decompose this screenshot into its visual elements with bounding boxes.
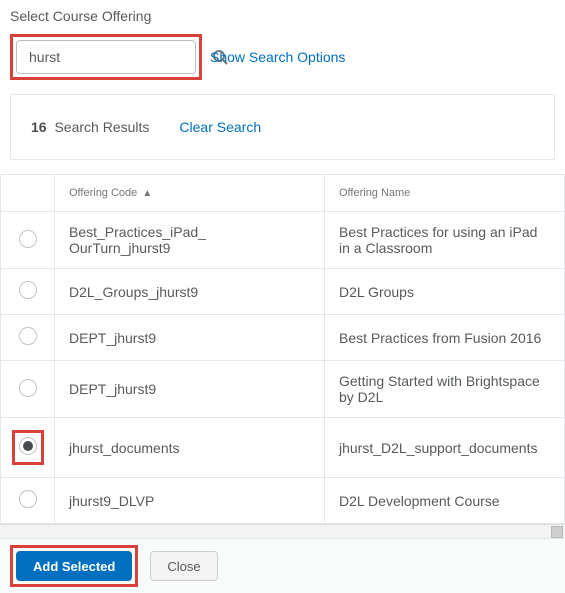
results-bar: 16 Search Results Clear Search <box>10 94 555 160</box>
column-select <box>1 175 55 212</box>
table-row: DEPT_jhurst9Best Practices from Fusion 2… <box>1 315 565 361</box>
row-radio[interactable] <box>19 327 37 345</box>
add-button-highlight: Add Selected <box>10 545 138 587</box>
table-row: DEPT_jhurst9Getting Started with Brights… <box>1 361 565 418</box>
radio-wrap <box>19 490 37 511</box>
row-select-cell <box>1 418 55 478</box>
search-box[interactable] <box>16 40 196 74</box>
close-button[interactable]: Close <box>150 551 217 581</box>
column-code-label: Offering Code <box>69 187 137 199</box>
row-offering-name: D2L Development Course <box>325 478 565 524</box>
radio-highlight <box>12 430 44 465</box>
button-bar: Add Selected Close <box>0 538 565 593</box>
row-radio[interactable] <box>19 230 37 248</box>
row-offering-name: Best Practices for using an iPad in a Cl… <box>325 212 565 269</box>
results-count: 16 <box>31 119 47 135</box>
row-radio[interactable] <box>19 281 37 299</box>
search-input[interactable] <box>27 48 212 66</box>
column-code[interactable]: Offering Code ▲ <box>55 175 325 212</box>
show-search-options-link[interactable]: Show Search Options <box>210 49 345 65</box>
row-select-cell <box>1 315 55 361</box>
row-radio[interactable] <box>19 437 37 455</box>
row-select-cell <box>1 478 55 524</box>
row-select-cell <box>1 269 55 315</box>
clear-search-link[interactable]: Clear Search <box>179 119 261 135</box>
search-highlight <box>10 34 202 80</box>
row-offering-code: DEPT_jhurst9 <box>55 361 325 418</box>
column-name[interactable]: Offering Name <box>325 175 565 212</box>
row-offering-name: Best Practices from Fusion 2016 <box>325 315 565 361</box>
table-row: jhurst9_DLVPD2L Development Course <box>1 478 565 524</box>
table-row: D2L_Groups_jhurst9D2L Groups <box>1 269 565 315</box>
results-count-text: 16 Search Results <box>31 119 149 135</box>
row-select-cell <box>1 361 55 418</box>
row-radio[interactable] <box>19 379 37 397</box>
radio-wrap <box>19 281 37 302</box>
add-selected-button[interactable]: Add Selected <box>16 551 132 581</box>
row-offering-code: jhurst9_DLVP <box>55 478 325 524</box>
radio-wrap <box>19 327 37 348</box>
row-offering-code: jhurst_documents <box>55 418 325 478</box>
row-offering-name: Getting Started with Brightspace by D2L <box>325 361 565 418</box>
row-offering-code: Best_Practices_iPad_ OurTurn_jhurst9 <box>55 212 325 269</box>
results-label: Search Results <box>54 119 149 135</box>
radio-wrap <box>19 230 37 251</box>
results-table: Offering Code ▲ Offering Name Best_Pract… <box>0 174 565 524</box>
table-row: jhurst_documentsjhurst_D2L_support_docum… <box>1 418 565 478</box>
row-offering-code: D2L_Groups_jhurst9 <box>55 269 325 315</box>
row-offering-name: D2L Groups <box>325 269 565 315</box>
row-offering-name: jhurst_D2L_support_documents <box>325 418 565 478</box>
sort-asc-icon: ▲ <box>142 188 152 199</box>
radio-wrap <box>19 379 37 400</box>
page-title: Select Course Offering <box>0 0 565 34</box>
row-radio[interactable] <box>19 490 37 508</box>
horizontal-scrollbar[interactable] <box>0 524 565 538</box>
row-select-cell <box>1 212 55 269</box>
row-offering-code: DEPT_jhurst9 <box>55 315 325 361</box>
search-row: Show Search Options <box>0 34 565 94</box>
table-row: Best_Practices_iPad_ OurTurn_jhurst9Best… <box>1 212 565 269</box>
